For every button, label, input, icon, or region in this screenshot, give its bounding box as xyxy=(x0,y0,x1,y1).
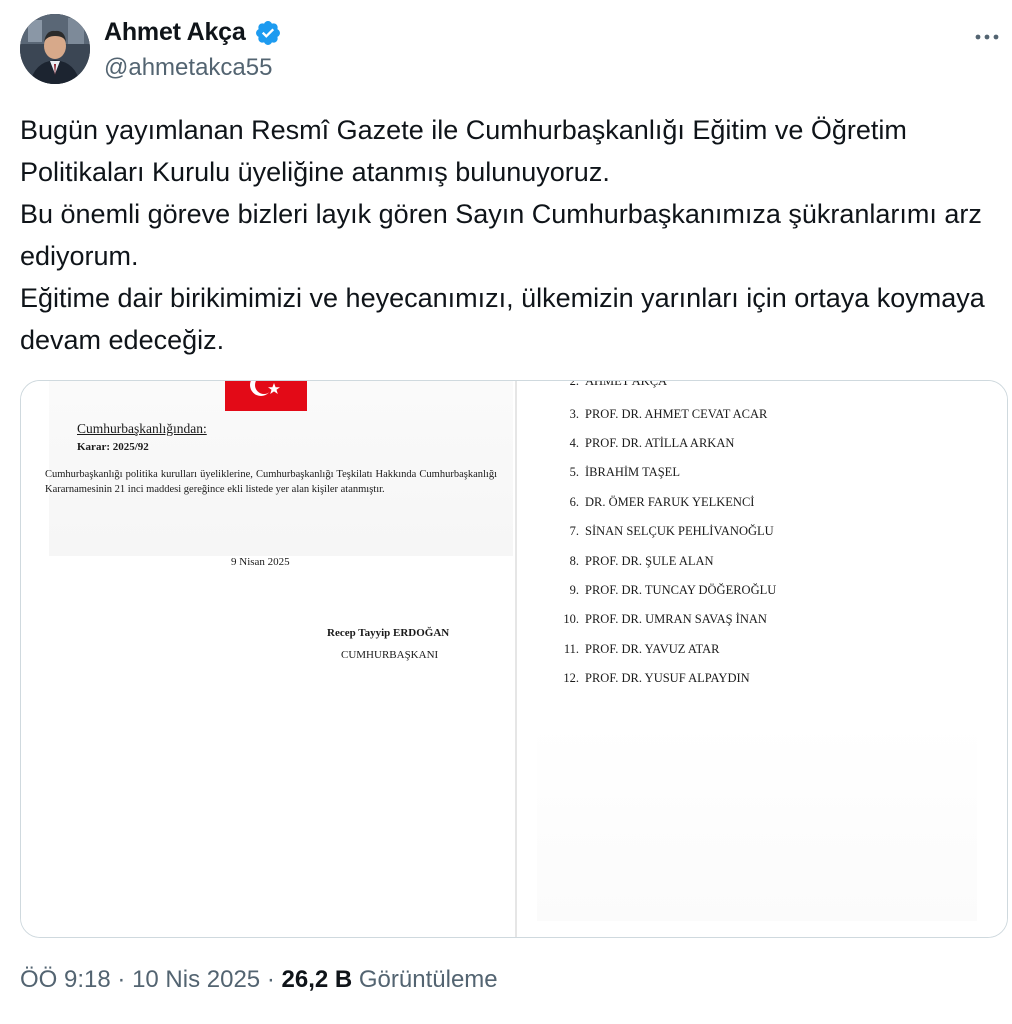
member-number: 3. xyxy=(569,407,579,421)
member-item: 11. PROF. DR. YAVUZ ATAR xyxy=(557,642,720,657)
tweet-timestamp[interactable]: ÖÖ 9:18 · 10 Nis 2025 xyxy=(20,966,260,993)
decision-number: Karar: 2025/92 xyxy=(77,441,149,453)
tweet-line: Bu önemli göreve bizleri layık gören Say… xyxy=(20,199,982,271)
tweet-date: 10 Nis 2025 xyxy=(132,966,261,993)
member-number: 7. xyxy=(569,524,579,538)
turkish-flag-icon xyxy=(225,381,307,411)
member-item: 4. PROF. DR. ATİLLA ARKAN xyxy=(557,436,735,451)
member-name: PROF. DR. ATİLLA ARKAN xyxy=(585,436,735,450)
member-item: 12. PROF. DR. YUSUF ALPAYDIN xyxy=(557,671,750,686)
member-number: 10. xyxy=(563,612,579,626)
member-name: SİNAN SELÇUK PEHLİVANOĞLU xyxy=(585,524,774,538)
signer-name: Recep Tayyip ERDOĞAN xyxy=(327,627,450,639)
tweet-text: Bugün yayımlanan Resmî Gazete ile Cumhur… xyxy=(20,109,1005,361)
member-item: 9. PROF. DR. TUNCAY DÖĞEROĞLU xyxy=(557,583,777,598)
member-name: PROF. DR. AHMET CEVAT ACAR xyxy=(585,407,768,421)
member-item: 3. PROF. DR. AHMET CEVAT ACAR xyxy=(557,407,768,422)
avatar[interactable] xyxy=(20,14,90,84)
member-item: 2. AHMET AKÇA xyxy=(557,380,668,389)
member-name: PROF. DR. UMRAN SAVAŞ İNAN xyxy=(585,612,767,626)
tweet-header: Ahmet Akça @ahmetakca55 xyxy=(20,14,1000,86)
member-number: 12. xyxy=(563,671,579,685)
avatar-photo-icon xyxy=(20,14,90,84)
member-number: 9. xyxy=(569,583,579,597)
member-number: 2. xyxy=(569,380,579,388)
display-name[interactable]: Ahmet Akça xyxy=(104,18,246,47)
member-name: AHMET AKÇA xyxy=(585,380,668,388)
member-number: 8. xyxy=(569,554,579,568)
member-name: PROF. DR. YUSUF ALPAYDIN xyxy=(585,671,750,685)
member-name: PROF. DR. ŞULE ALAN xyxy=(585,554,714,568)
meta-separator: · xyxy=(266,966,275,993)
gazette-page-right: 2. AHMET AKÇA 3. PROF. DR. AHMET CEVAT ACA… xyxy=(517,381,1007,937)
member-item: 6. DR. ÖMER FARUK YELKENCİ xyxy=(557,495,755,510)
member-number: 4. xyxy=(569,436,579,450)
document-issuer: Cumhurbaşkanlığından: xyxy=(77,421,207,436)
member-number: 5. xyxy=(569,465,579,479)
verified-badge-icon[interactable] xyxy=(254,19,282,47)
meta-separator: · xyxy=(117,966,126,993)
tweet-line: Bugün yayımlanan Resmî Gazete ile Cumhur… xyxy=(20,115,907,187)
member-item: 10. PROF. DR. UMRAN SAVAŞ İNAN xyxy=(557,612,767,627)
name-row: Ahmet Akça xyxy=(104,18,282,47)
views-label: Görüntüleme xyxy=(358,966,498,993)
decision-body: Cumhurbaşkanlığı politika kurulları üyel… xyxy=(45,469,497,495)
page-shade xyxy=(537,721,977,921)
member-item: 5. İBRAHİM TAŞEL xyxy=(557,465,680,480)
member-name: PROF. DR. YAVUZ ATAR xyxy=(585,642,720,656)
gazette-page-left: Cumhurbaşkanlığından: Karar: 2025/92 Cum… xyxy=(21,381,517,937)
tweet-meta: ÖÖ 9:18 · 10 Nis 2025 · 26,2 B Görüntüle… xyxy=(20,966,498,994)
tweet-media-image[interactable]: Cumhurbaşkanlığından: Karar: 2025/92 Cum… xyxy=(20,380,1008,938)
member-number: 11. xyxy=(563,642,579,656)
member-name: DR. ÖMER FARUK YELKENCİ xyxy=(585,495,755,509)
member-item: 8. PROF. DR. ŞULE ALAN xyxy=(557,554,714,569)
member-item: 7. SİNAN SELÇUK PEHLİVANOĞLU xyxy=(557,524,774,539)
member-number: 6. xyxy=(569,495,579,509)
user-handle[interactable]: @ahmetakca55 xyxy=(104,54,272,82)
member-name: İBRAHİM TAŞEL xyxy=(585,465,680,479)
member-name: PROF. DR. TUNCAY DÖĞEROĞLU xyxy=(585,583,777,597)
tweet-line: Eğitime dair birikimimizi ve heyecanımız… xyxy=(20,283,985,355)
signer-title: CUMHURBAŞKANI xyxy=(341,649,439,661)
views-count: 26,2 B xyxy=(281,966,353,993)
more-dots-icon[interactable] xyxy=(970,20,1004,54)
tweet-time: ÖÖ 9:18 xyxy=(20,966,111,993)
document-date: 9 Nisan 2025 xyxy=(231,556,290,568)
